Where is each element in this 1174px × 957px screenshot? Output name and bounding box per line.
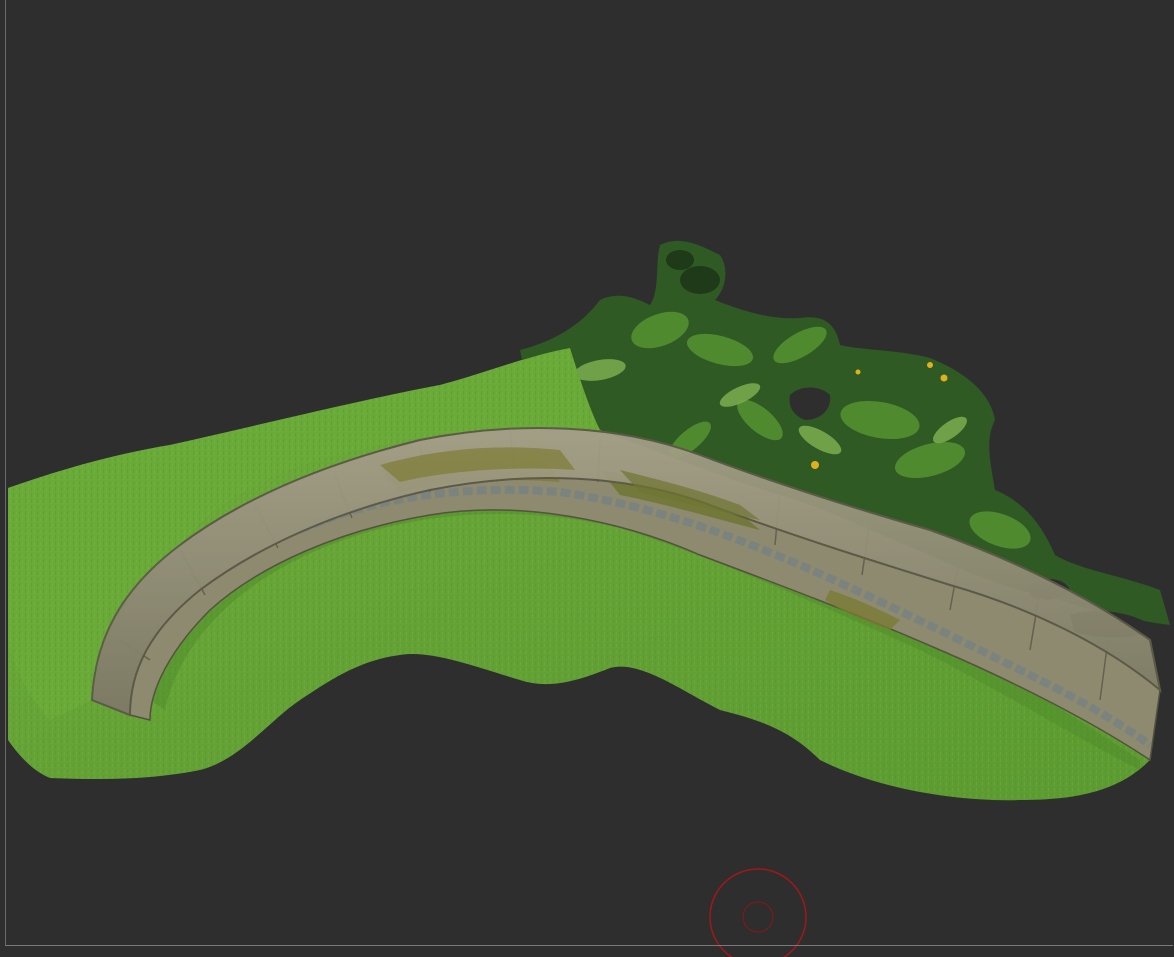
3d-viewport[interactable] bbox=[0, 0, 1174, 957]
orbit-center-icon[interactable] bbox=[0, 0, 1174, 957]
